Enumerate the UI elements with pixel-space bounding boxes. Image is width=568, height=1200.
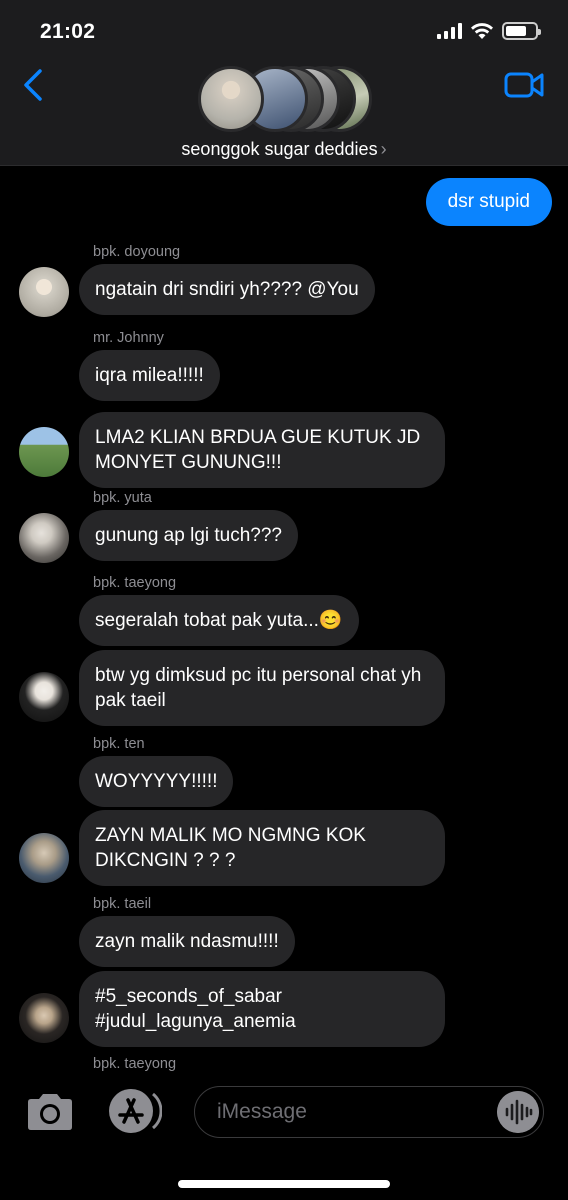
- message-input-placeholder: iMessage: [217, 1100, 307, 1123]
- sender-name: bpk. doyoung: [93, 244, 181, 260]
- camera-icon[interactable]: [24, 1092, 76, 1132]
- incoming-message-bubble[interactable]: gunung ap lgi tuch???: [79, 510, 298, 561]
- incoming-message-bubble[interactable]: LMA2 KLIAN BRDUA GUE KUTUK JD MONYET GUN…: [79, 412, 445, 488]
- sender-name: bpk. taeyong: [93, 575, 177, 591]
- home-indicator[interactable]: [178, 1180, 390, 1188]
- sender-name: mr. Johnny: [93, 330, 164, 346]
- status-time: 21:02: [40, 20, 96, 43]
- sender-name: bpk. ten: [93, 736, 145, 752]
- wifi-icon: [471, 23, 493, 39]
- avatar[interactable]: [19, 672, 69, 722]
- chevron-right-icon: ›: [380, 139, 387, 159]
- group-name-text: seonggok sugar deddies: [181, 139, 378, 159]
- cellular-signal-icon: [437, 23, 462, 39]
- outgoing-message-bubble[interactable]: dsr stupid: [425, 178, 552, 226]
- incoming-message-bubble[interactable]: btw yg dimksud pc itu personal chat yh p…: [79, 650, 445, 726]
- group-avatar-stack[interactable]: [198, 66, 378, 132]
- incoming-message-bubble[interactable]: #5_seconds_of_sabar #judul_lagunya_anemi…: [79, 971, 445, 1047]
- incoming-message-bubble[interactable]: zayn malik ndasmu!!!!: [79, 916, 295, 967]
- incoming-message-bubble[interactable]: segeralah tobat pak yuta...😊: [79, 595, 359, 646]
- message-input[interactable]: iMessage: [194, 1086, 544, 1138]
- avatar[interactable]: [19, 267, 69, 317]
- group-name[interactable]: seonggok sugar deddies ›: [0, 139, 568, 160]
- status-icons: [437, 22, 541, 40]
- app-store-icon[interactable]: [106, 1086, 162, 1136]
- avatar[interactable]: [19, 833, 69, 883]
- avatar[interactable]: [19, 993, 69, 1043]
- audio-waveform-icon[interactable]: [497, 1091, 539, 1133]
- incoming-message-bubble[interactable]: ZAYN MALIK MO NGMNG KOK DIKCNGIN ? ? ?: [79, 810, 445, 886]
- group-member-avatar: [198, 66, 264, 132]
- avatar[interactable]: [19, 513, 69, 563]
- incoming-message-bubble[interactable]: ngatain dri sndiri yh???? @You: [79, 264, 375, 315]
- sender-name: bpk. taeyong: [93, 1056, 177, 1072]
- sender-name: bpk. taeil: [93, 896, 152, 912]
- battery-icon: [502, 22, 541, 40]
- chat-header: 21:02 seonggok sugar deddies ›: [0, 0, 568, 166]
- chevron-left-icon[interactable]: [18, 68, 48, 102]
- incoming-message-bubble[interactable]: WOYYYYY!!!!!: [79, 756, 234, 807]
- video-camera-icon[interactable]: [504, 70, 544, 100]
- incoming-message-bubble[interactable]: iqra milea!!!!!: [79, 350, 220, 401]
- avatar[interactable]: [19, 427, 69, 477]
- sender-name: bpk. yuta: [93, 490, 152, 506]
